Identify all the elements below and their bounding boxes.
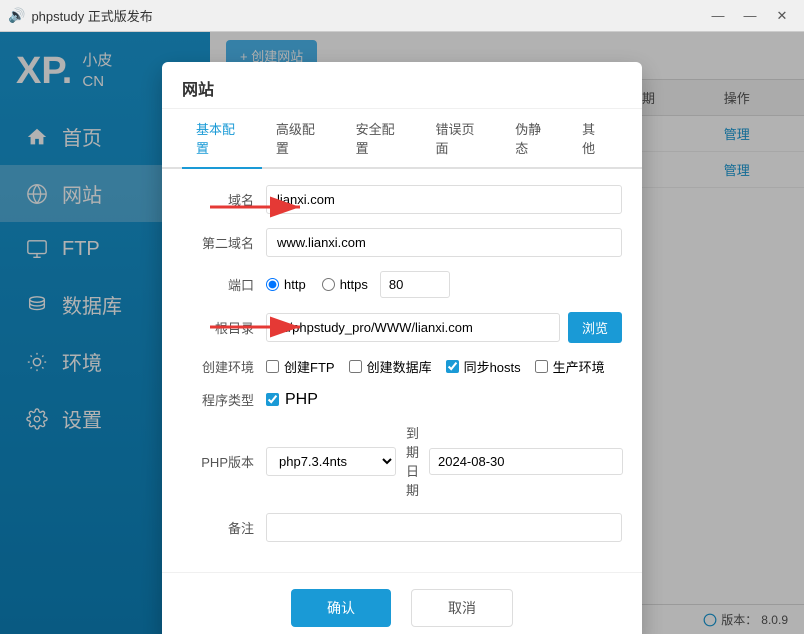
create-ftp-checkbox[interactable]	[266, 360, 279, 373]
http-radio-item[interactable]: http	[266, 277, 306, 292]
http-radio[interactable]	[266, 278, 279, 291]
sync-hosts-checkbox[interactable]	[446, 360, 459, 373]
prod-env-item[interactable]: 生产环境	[535, 357, 605, 376]
second-domain-input[interactable]	[266, 228, 622, 257]
rootdir-input[interactable]	[266, 313, 560, 342]
create-ftp-item[interactable]: 创建FTP	[266, 357, 335, 376]
modal-title: 网站	[162, 62, 642, 109]
domain-label: 域名	[182, 190, 254, 209]
port-input[interactable]	[380, 271, 450, 298]
titlebar-controls: — — ✕	[704, 5, 796, 27]
port-row: 端口 http https	[182, 271, 622, 298]
titlebar-icon: 🔊	[8, 7, 25, 24]
program-type-row: 程序类型 PHP	[182, 390, 622, 409]
create-ftp-label: 创建FTP	[284, 357, 335, 376]
rootdir-controls: 浏览	[266, 312, 622, 343]
rootdir-row: 根目录 浏览	[182, 312, 622, 343]
confirm-button[interactable]: 确认	[291, 589, 391, 627]
protocol-radio-group: http https	[266, 277, 368, 292]
env-checkbox-group: 创建FTP 创建数据库 同步hosts 生产环境	[266, 357, 605, 376]
create-db-item[interactable]: 创建数据库	[349, 357, 432, 376]
domain-row: 域名	[182, 185, 622, 214]
second-domain-label: 第二域名	[182, 233, 254, 252]
website-modal: 网站 基本配置 高级配置 安全配置 错误页面 伪静态 其他 域名 第二域名	[162, 62, 642, 634]
https-label: https	[340, 277, 368, 292]
cancel-button[interactable]: 取消	[411, 589, 513, 627]
php-type-controls: PHP	[266, 391, 318, 409]
create-env-row: 创建环境 创建FTP 创建数据库 同步hosts	[182, 357, 622, 376]
https-radio-item[interactable]: https	[322, 277, 368, 292]
sync-hosts-item[interactable]: 同步hosts	[446, 357, 521, 376]
program-type-label: 程序类型	[182, 390, 254, 409]
php-version-row: PHP版本 php7.3.4nts 到期日期	[182, 423, 622, 499]
php-version-select[interactable]: php7.3.4nts	[266, 447, 396, 476]
port-label: 端口	[182, 275, 254, 294]
note-input[interactable]	[266, 513, 622, 542]
modal-body: 域名 第二域名 端口 http	[162, 169, 642, 572]
php-type-label: PHP	[285, 391, 318, 409]
tab-other[interactable]: 其他	[568, 109, 622, 169]
expire-date-input[interactable]	[429, 448, 623, 475]
browse-button[interactable]: 浏览	[568, 312, 622, 343]
minimize-button[interactable]: —	[704, 5, 732, 27]
tab-error-page[interactable]: 错误页面	[421, 109, 501, 169]
titlebar: 🔊 phpstudy 正式版发布 — — ✕	[0, 0, 804, 32]
tab-rewrite[interactable]: 伪静态	[501, 109, 568, 169]
modal-footer: 确认 取消	[162, 572, 642, 634]
sync-hosts-label: 同步hosts	[464, 357, 521, 376]
create-db-checkbox[interactable]	[349, 360, 362, 373]
close-button[interactable]: ✕	[768, 5, 796, 27]
note-row: 备注	[182, 513, 622, 542]
maximize-button[interactable]: —	[736, 5, 764, 27]
php-version-label: PHP版本	[182, 452, 254, 471]
port-controls: http https	[266, 271, 450, 298]
prod-env-label: 生产环境	[553, 357, 605, 376]
domain-input[interactable]	[266, 185, 622, 214]
modal-overlay: 网站 基本配置 高级配置 安全配置 错误页面 伪静态 其他 域名 第二域名	[0, 32, 804, 634]
http-label: http	[284, 277, 306, 292]
titlebar-title: phpstudy 正式版发布	[31, 6, 704, 25]
https-radio[interactable]	[322, 278, 335, 291]
note-label: 备注	[182, 518, 254, 537]
expire-date-label: 到期日期	[406, 423, 419, 499]
second-domain-row: 第二域名	[182, 228, 622, 257]
tab-advanced[interactable]: 高级配置	[262, 109, 342, 169]
php-type-checkbox[interactable]	[266, 393, 279, 406]
rootdir-label: 根目录	[182, 318, 254, 337]
prod-env-checkbox[interactable]	[535, 360, 548, 373]
tab-basic[interactable]: 基本配置	[182, 109, 262, 169]
tab-security[interactable]: 安全配置	[342, 109, 422, 169]
create-env-label: 创建环境	[182, 357, 254, 376]
create-db-label: 创建数据库	[367, 357, 432, 376]
php-version-controls: php7.3.4nts 到期日期	[266, 423, 623, 499]
modal-tabs: 基本配置 高级配置 安全配置 错误页面 伪静态 其他	[162, 109, 642, 169]
